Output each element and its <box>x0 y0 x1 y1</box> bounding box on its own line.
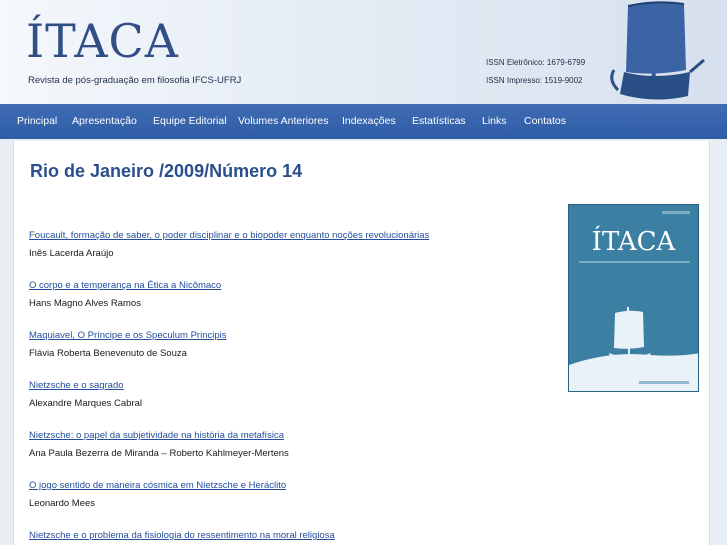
journal-cover[interactable]: ÍTACA <box>568 204 699 392</box>
article-author: Inês Lacerda Araújo <box>29 248 114 259</box>
nav-volumes-anteriores[interactable]: Volumes Anteriores <box>238 115 328 127</box>
nav-indexacoes[interactable]: Indexações <box>342 115 396 127</box>
ship-illustration <box>610 1 705 100</box>
article-link[interactable]: Maquiavel, O Príncipe e os Speculum Prin… <box>29 330 226 341</box>
cover-ship-icon <box>569 307 698 391</box>
article-link[interactable]: O jogo sentido de maneira cósmica em Nie… <box>29 480 286 491</box>
article-author: Flávia Roberta Benevenuto de Souza <box>29 348 187 359</box>
article-author: Ana Paula Bezerra de Miranda – Roberto K… <box>29 448 289 459</box>
nav-links[interactable]: Links <box>482 115 507 127</box>
article-author: Leonardo Mees <box>29 498 96 509</box>
site-logo[interactable]: ÍTACA <box>26 18 179 64</box>
nav-contatos[interactable]: Contatos <box>524 115 566 127</box>
nav-apresentacao[interactable]: Apresentação <box>72 115 137 127</box>
nav-estatisticas[interactable]: Estatísticas <box>412 115 466 127</box>
article-author: Hans Magno Alves Ramos <box>29 298 141 309</box>
main-content: Rio de Janeiro /2009/Número 14 Foucault,… <box>13 141 710 545</box>
issn-impresso: ISSN Impresso: 1519-9002 <box>486 76 583 85</box>
nav-principal[interactable]: Principal <box>17 115 57 127</box>
main-nav: Principal Apresentação Equipe Editorial … <box>0 104 727 139</box>
article-link[interactable]: O corpo e a temperança na Ética a Nicôma… <box>29 280 221 291</box>
article-link[interactable]: Nietzsche e o sagrado <box>29 380 124 391</box>
page-title: Rio de Janeiro /2009/Número 14 <box>30 161 303 181</box>
site-subtitle: Revista de pós-graduação em filosofia IF… <box>28 75 242 86</box>
article-link[interactable]: Foucault, formação de saber, o poder dis… <box>29 230 429 241</box>
article-author: Alexandre Marques Cabral <box>29 398 143 409</box>
issn-eletronico: ISSN Eletrônico: 1679-6799 <box>486 58 586 67</box>
article-link[interactable]: Nietzsche e o problema da fisiologia do … <box>29 530 335 541</box>
site-header: ÍTACA Revista de pós-graduação em filoso… <box>0 0 727 104</box>
article-link[interactable]: Nietzsche: o papel da subjetividade na h… <box>29 430 284 441</box>
nav-equipe-editorial[interactable]: Equipe Editorial <box>153 115 227 127</box>
